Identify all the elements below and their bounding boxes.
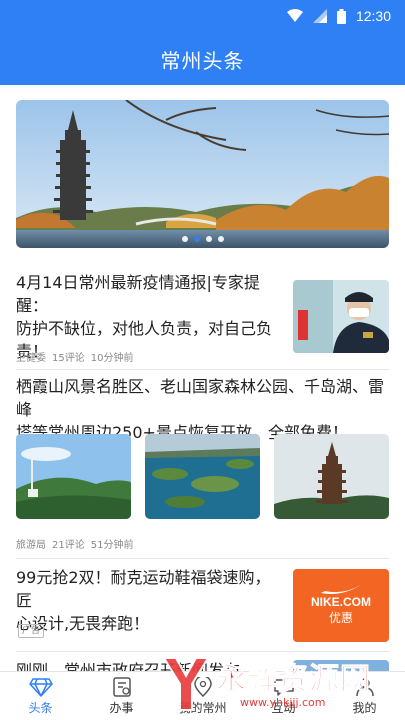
ad-title: 心设计,无畏奔跑！ (16, 614, 150, 633)
news-source: 旅游局 (16, 540, 46, 551)
news-title: 栖霞山风景名胜区、老山国家森林公园、千岛湖、雷峰 (16, 377, 385, 419)
news-feed[interactable]: 4月14日常州最新疫情通报|专家提醒： 防护不缺位，对他人负责，对自己负 责！ … (0, 85, 405, 671)
carousel-dot-active[interactable] (193, 236, 200, 242)
location-icon (193, 676, 212, 697)
news-thumbnail (145, 434, 260, 519)
title-bar: 常州头条 (0, 34, 405, 85)
status-time: 12:30 (355, 8, 391, 24)
news-thumbnail (293, 280, 389, 353)
news-comments: 15评论 (52, 353, 85, 364)
document-icon (112, 676, 131, 697)
ad-badge: 广告 (18, 624, 45, 638)
status-bar: 12:30 (0, 0, 405, 34)
wifi-icon (286, 9, 303, 22)
battery-icon (336, 8, 346, 24)
ad-title: 99元抢2双！耐克运动鞋福袋速购，匠 (16, 568, 271, 610)
divider (16, 369, 389, 370)
tab-services[interactable]: 办事 (81, 672, 162, 720)
carousel-indicator[interactable] (16, 236, 389, 242)
tab-label: 办事 (109, 700, 134, 715)
tab-me[interactable]: 我的 (324, 672, 405, 720)
news-time: 10分钟前 (90, 353, 134, 364)
status-icons: 12:30 (286, 8, 391, 24)
carousel-dot[interactable] (217, 236, 224, 242)
news-thumbnail (293, 660, 389, 671)
mountain-tower-image (16, 434, 131, 519)
tab-my-changzhou[interactable]: 我的常州 (162, 672, 243, 720)
bottom-tab-bar: 头条 办事 我的常州 互动 我的 (0, 671, 405, 720)
signal-icon (312, 9, 327, 23)
news-comments: 21评论 (52, 540, 85, 551)
tab-interaction[interactable]: 互动 (243, 672, 324, 720)
news-title: 4月14日常州最新疫情通报|专家提醒： (16, 273, 260, 315)
tab-label: 头条 (28, 700, 53, 715)
ad-image-subtext: 优惠 (328, 611, 353, 625)
diamond-icon (28, 677, 53, 697)
tab-label: 我的常州 (178, 700, 227, 715)
user-icon (355, 677, 374, 696)
lake-islands-image (145, 434, 260, 519)
tab-label: 我的 (352, 700, 377, 715)
news-meta: 旅游局 21评论 51分钟前 (16, 536, 133, 551)
news-thumbnail (274, 434, 389, 519)
tab-label: 互动 (271, 700, 296, 715)
chat-icon (273, 678, 294, 696)
news-image-row (16, 434, 389, 519)
news-meta: 卫健委 15评论 10分钟前 (16, 349, 133, 364)
ad-image: NIKE.COM 优惠 (293, 569, 389, 642)
page-title: 常州头条 (160, 49, 245, 73)
divider (16, 558, 389, 559)
carousel-dot[interactable] (205, 236, 212, 242)
news-source: 卫健委 (16, 353, 46, 364)
leifeng-pagoda-image (274, 434, 389, 519)
nike-swoosh-icon (321, 585, 361, 594)
carousel-dot[interactable] (181, 236, 188, 242)
police-officer-image (293, 280, 389, 353)
tab-headlines[interactable]: 头条 (0, 672, 81, 720)
banner-carousel[interactable] (16, 100, 389, 248)
news-thumbnail (16, 434, 131, 519)
news-time: 51分钟前 (90, 540, 134, 551)
divider (16, 651, 389, 652)
banner-image (16, 100, 389, 248)
news-title: 防护不缺位，对他人负责，对自己负 (16, 319, 273, 338)
ad-image-text: NIKE.COM (311, 595, 371, 609)
